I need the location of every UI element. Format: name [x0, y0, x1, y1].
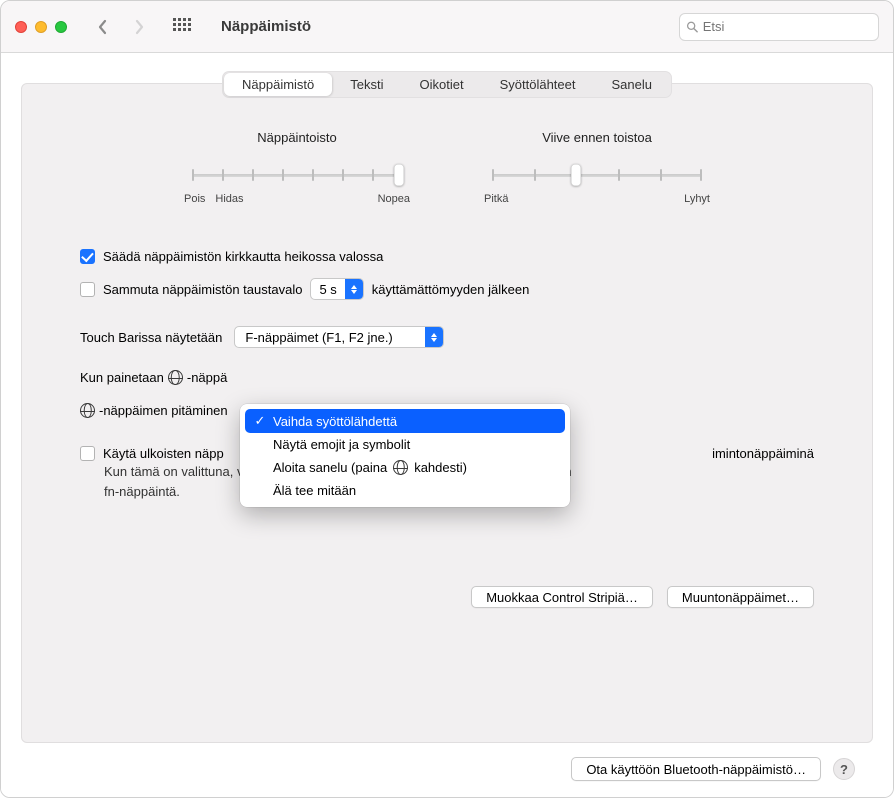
globe-press-suffix: -näppä — [187, 370, 227, 385]
fn-keys-label-suffix: imintonäppäiminä — [712, 446, 814, 461]
checkmark-icon: ✓ — [253, 413, 267, 429]
minimize-window-button[interactable] — [35, 21, 47, 33]
auto-brightness-checkbox[interactable] — [80, 249, 95, 264]
slider-label-short: Lyhyt — [684, 193, 710, 205]
footer-row: Ota käyttöön Bluetooth-näppäimistö… ? — [21, 743, 873, 783]
backlight-off-checkbox[interactable] — [80, 282, 95, 297]
globe-action-dropdown: ✓ Vaihda syöttölähdettä Näytä emojit ja … — [240, 404, 570, 507]
button-label: Ota käyttöön Bluetooth-näppäimistö… — [586, 762, 806, 777]
setup-bluetooth-keyboard-button[interactable]: Ota käyttöön Bluetooth-näppäimistö… — [571, 757, 821, 781]
delay-group: Viive ennen toistoa Pitkä Lyhyt — [482, 130, 712, 205]
edit-control-strip-button[interactable]: Muokkaa Control Stripiä… — [471, 586, 653, 608]
tab-label: Syöttölähteet — [500, 77, 576, 92]
panel-buttons: Muokkaa Control Stripiä… Muuntonäppäimet… — [80, 586, 814, 608]
help-button[interactable]: ? — [833, 758, 855, 780]
tab-label: Oikotiet — [420, 77, 464, 92]
dropdown-item-label: Älä tee mitään — [273, 483, 356, 498]
globe-icon — [393, 460, 408, 475]
tab-input-sources[interactable]: Syöttölähteet — [482, 73, 594, 96]
dropdown-item-label: Vaihda syöttölähdettä — [273, 414, 397, 429]
dropdown-item-change-input-source[interactable]: ✓ Vaihda syöttölähdettä — [245, 409, 565, 433]
globe-icon — [168, 370, 183, 385]
dropdown-item-start-dictation[interactable]: Aloita sanelu (paina kahdesti) — [245, 456, 565, 479]
fn-keys-label-prefix: Käytä ulkoisten näpp — [103, 446, 224, 461]
search-icon — [686, 20, 699, 34]
tab-label: Näppäimistö — [242, 77, 314, 92]
tab-keyboard[interactable]: Näppäimistö — [224, 73, 332, 96]
tab-dictation[interactable]: Sanelu — [593, 73, 669, 96]
globe-press-row: Kun painetaan -näppä — [80, 370, 814, 385]
delay-slider[interactable] — [492, 163, 702, 187]
close-window-button[interactable] — [15, 21, 27, 33]
show-all-prefs-button[interactable] — [165, 12, 199, 42]
backlight-timeout-value: 5 s — [319, 282, 336, 297]
titlebar: Näppäimistö — [1, 1, 893, 53]
settings-panel: Näppäimistö Teksti Oikotiet Syöttölähtee… — [21, 83, 873, 743]
slider-label-long: Pitkä — [484, 193, 508, 205]
touchbar-select[interactable]: F-näppäimet (F1, F2 jne.) — [234, 326, 444, 348]
key-repeat-knob[interactable] — [394, 164, 404, 186]
backlight-off-label: Sammuta näppäimistön taustavalo — [103, 282, 302, 297]
help-label: ? — [840, 762, 848, 777]
touchbar-label: Touch Barissa näytetään — [80, 330, 222, 345]
dropdown-item-show-emoji[interactable]: Näytä emojit ja symbolit — [245, 433, 565, 456]
globe-icon — [80, 403, 95, 418]
search-field-wrapper[interactable] — [679, 13, 879, 41]
stepper-arrows-icon — [425, 327, 443, 347]
key-repeat-slider[interactable] — [192, 163, 402, 187]
key-repeat-title: Näppäintoisto — [182, 130, 412, 145]
globe-hold-suffix: -näppäimen pitäminen — [99, 403, 228, 418]
backlight-off-row: Sammuta näppäimistön taustavalo 5 s käyt… — [80, 278, 814, 300]
auto-brightness-label: Säädä näppäimistön kirkkautta heikossa v… — [103, 249, 383, 264]
slider-label-fast: Nopea — [378, 193, 410, 205]
dropdown-item-label: Näytä emojit ja symbolit — [273, 437, 410, 452]
window-title: Näppäimistö — [221, 18, 311, 35]
dropdown-item-label-pre: Aloita sanelu (paina — [273, 460, 387, 475]
tab-label: Teksti — [350, 77, 383, 92]
backlight-suffix: käyttämättömyyden jälkeen — [372, 282, 530, 297]
delay-title: Viive ennen toistoa — [482, 130, 712, 145]
backlight-timeout-select[interactable]: 5 s — [310, 278, 363, 300]
globe-press-prefix: Kun painetaan — [80, 370, 164, 385]
touchbar-row: Touch Barissa näytetään F-näppäimet (F1,… — [80, 326, 814, 348]
button-label: Muuntonäppäimet… — [682, 590, 799, 605]
forward-button[interactable] — [125, 14, 153, 40]
stepper-arrows-icon — [345, 279, 363, 299]
tab-bar: Näppäimistö Teksti Oikotiet Syöttölähtee… — [222, 71, 672, 98]
dropdown-item-label-post: kahdesti) — [414, 460, 467, 475]
auto-brightness-row: Säädä näppäimistön kirkkautta heikossa v… — [80, 249, 814, 264]
delay-knob[interactable] — [571, 164, 581, 186]
tab-label: Sanelu — [611, 77, 651, 92]
key-repeat-group: Näppäintoisto Pois Hidas Nopea — [182, 130, 412, 205]
tab-shortcuts[interactable]: Oikotiet — [402, 73, 482, 96]
modifier-keys-button[interactable]: Muuntonäppäimet… — [667, 586, 814, 608]
content-area: Näppäimistö Teksti Oikotiet Syöttölähtee… — [1, 53, 893, 797]
preferences-window: Näppäimistö Näppäimistö Teksti Oikotiet … — [0, 0, 894, 798]
zoom-window-button[interactable] — [55, 21, 67, 33]
sliders-row: Näppäintoisto Pois Hidas Nopea — [80, 130, 814, 205]
window-controls — [15, 21, 67, 33]
search-input[interactable] — [703, 19, 872, 34]
button-label: Muokkaa Control Stripiä… — [486, 590, 638, 605]
back-button[interactable] — [89, 14, 117, 40]
slider-label-slow: Hidas — [215, 193, 243, 205]
touchbar-select-value: F-näppäimet (F1, F2 jne.) — [245, 330, 392, 345]
fn-keys-checkbox[interactable] — [80, 446, 95, 461]
tab-text[interactable]: Teksti — [332, 73, 401, 96]
slider-label-off: Pois — [184, 193, 205, 205]
dropdown-item-do-nothing[interactable]: Älä tee mitään — [245, 479, 565, 502]
